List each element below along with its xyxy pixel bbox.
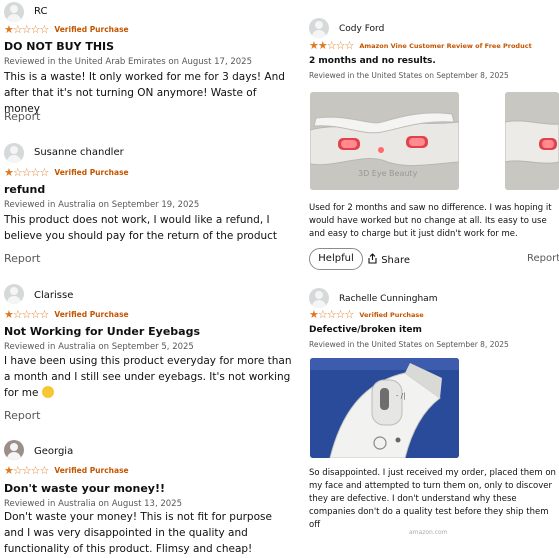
review-susanne-chandler: Susanne chandler ★☆☆☆☆ Verified Purchase … bbox=[4, 142, 300, 267]
review-title[interactable]: Not Working for Under Eyebags bbox=[4, 325, 200, 338]
review-title[interactable]: DO NOT BUY THIS bbox=[4, 40, 114, 53]
verified-purchase-badge: Verified Purchase bbox=[54, 310, 129, 319]
review-body: This is a waste! It only worked for me f… bbox=[4, 71, 285, 115]
rating-row: ★☆☆☆☆ Verified Purchase bbox=[4, 465, 129, 478]
review-photo[interactable]: - /| bbox=[310, 358, 459, 458]
star-rating[interactable]: ★★☆☆☆ bbox=[309, 39, 354, 52]
review-title[interactable]: Don't waste your money!! bbox=[4, 482, 165, 495]
review-photo-2[interactable] bbox=[505, 92, 559, 190]
report-link[interactable]: Report bbox=[4, 110, 40, 123]
share-button[interactable]: Share bbox=[367, 253, 410, 266]
star-rating[interactable]: ★☆☆☆☆ bbox=[309, 308, 354, 321]
review-clarisse: Clarisse ★☆☆☆☆ Verified Purchase Not Work… bbox=[4, 284, 300, 424]
avatar[interactable] bbox=[4, 284, 24, 304]
review-body: This product does not work, I would like… bbox=[4, 214, 278, 242]
image-watermark: amazon.com bbox=[409, 529, 448, 536]
review-title[interactable]: Defective/broken item bbox=[309, 325, 422, 335]
reviewer-name[interactable]: Georgia bbox=[34, 446, 73, 457]
review-date: Reviewed in the United States on Septemb… bbox=[309, 71, 509, 80]
review-title[interactable]: refund bbox=[4, 183, 45, 196]
reviewer-name[interactable]: Susanne chandler bbox=[34, 147, 124, 158]
verified-purchase-badge: Verified Purchase bbox=[54, 25, 129, 34]
eye-mask-device-image bbox=[505, 92, 559, 190]
review-date: Reviewed in Australia on August 13, 2025 bbox=[4, 499, 182, 509]
rating-row: ★☆☆☆☆ Verified Purchase bbox=[309, 309, 424, 322]
star-rating[interactable]: ★☆☆☆☆ bbox=[4, 166, 49, 179]
review-photo[interactable]: 3D Eye Beauty bbox=[310, 92, 459, 190]
share-icon bbox=[368, 253, 377, 264]
avatar[interactable] bbox=[309, 288, 329, 308]
reviewer-name[interactable]: RC bbox=[34, 6, 47, 17]
report-link[interactable]: Report bbox=[527, 253, 559, 264]
star-rating[interactable]: ★☆☆☆☆ bbox=[4, 464, 49, 477]
disappointed-face-icon bbox=[41, 386, 54, 398]
eye-mask-device-image: 3D Eye Beauty bbox=[310, 92, 459, 190]
right-review-column: Cody Ford ★★☆☆☆ Amazon Vine Customer Revi… bbox=[309, 0, 559, 558]
report-link[interactable]: Report bbox=[4, 409, 40, 422]
reviewer-name[interactable]: Clarisse bbox=[34, 290, 73, 301]
review-rc: RC ★☆☆☆☆ Verified Purchase DO NOT BUY THI… bbox=[4, 0, 300, 125]
review-body: So disappointed. I just received my orde… bbox=[309, 468, 556, 530]
reviewer-name[interactable]: Rachelle Cunningham bbox=[339, 294, 437, 304]
star-rating[interactable]: ★☆☆☆☆ bbox=[4, 308, 49, 321]
review-body: Used for 2 months and saw no difference.… bbox=[309, 203, 552, 239]
verified-purchase-badge: Verified Purchase bbox=[54, 168, 129, 177]
avatar[interactable] bbox=[4, 440, 24, 460]
vine-review-badge: Amazon Vine Customer Review of Free Prod… bbox=[359, 42, 532, 50]
review-georgia: Georgia ★☆☆☆☆ Verified Purchase Don't was… bbox=[4, 440, 300, 558]
broken-device-image: - /| bbox=[310, 358, 459, 458]
reviewer-name[interactable]: Cody Ford bbox=[339, 24, 384, 34]
left-review-column: RC ★☆☆☆☆ Verified Purchase DO NOT BUY THI… bbox=[0, 0, 300, 558]
report-link[interactable]: Report bbox=[4, 252, 40, 265]
review-date: Reviewed in Australia on September 19, 2… bbox=[4, 200, 200, 210]
star-rating[interactable]: ★☆☆☆☆ bbox=[4, 23, 49, 36]
verified-purchase-badge: Verified Purchase bbox=[359, 311, 424, 319]
device-button-marks: - /| bbox=[396, 392, 405, 400]
review-body: Don't waste your money! This is not fit … bbox=[4, 511, 272, 555]
avatar[interactable] bbox=[309, 18, 329, 38]
helpful-button[interactable]: Helpful bbox=[309, 248, 363, 270]
review-cody-ford: Cody Ford ★★☆☆☆ Amazon Vine Customer Revi… bbox=[309, 0, 559, 280]
avatar[interactable] bbox=[4, 2, 24, 22]
review-rachelle-cunningham: Rachelle Cunningham ★☆☆☆☆ Verified Purcha… bbox=[309, 285, 559, 558]
review-date: Reviewed in the United Arab Emirates on … bbox=[4, 57, 252, 67]
verified-purchase-badge: Verified Purchase bbox=[54, 466, 129, 475]
avatar[interactable] bbox=[4, 143, 24, 163]
review-date: Reviewed in Australia on September 5, 20… bbox=[4, 342, 194, 352]
rating-row: ★☆☆☆☆ Verified Purchase bbox=[4, 309, 129, 322]
rating-row: ★★☆☆☆ Amazon Vine Customer Review of Free… bbox=[309, 40, 532, 53]
photo-caption: 3D Eye Beauty bbox=[358, 169, 418, 178]
rating-row: ★☆☆☆☆ Verified Purchase bbox=[4, 167, 129, 180]
share-label: Share bbox=[381, 255, 411, 266]
review-body: I have been using this product everyday … bbox=[4, 353, 294, 401]
review-date: Reviewed in the United States on Septemb… bbox=[309, 340, 509, 349]
rating-row: ★☆☆☆☆ Verified Purchase bbox=[4, 24, 129, 37]
review-title[interactable]: 2 months and no results. bbox=[309, 56, 436, 66]
